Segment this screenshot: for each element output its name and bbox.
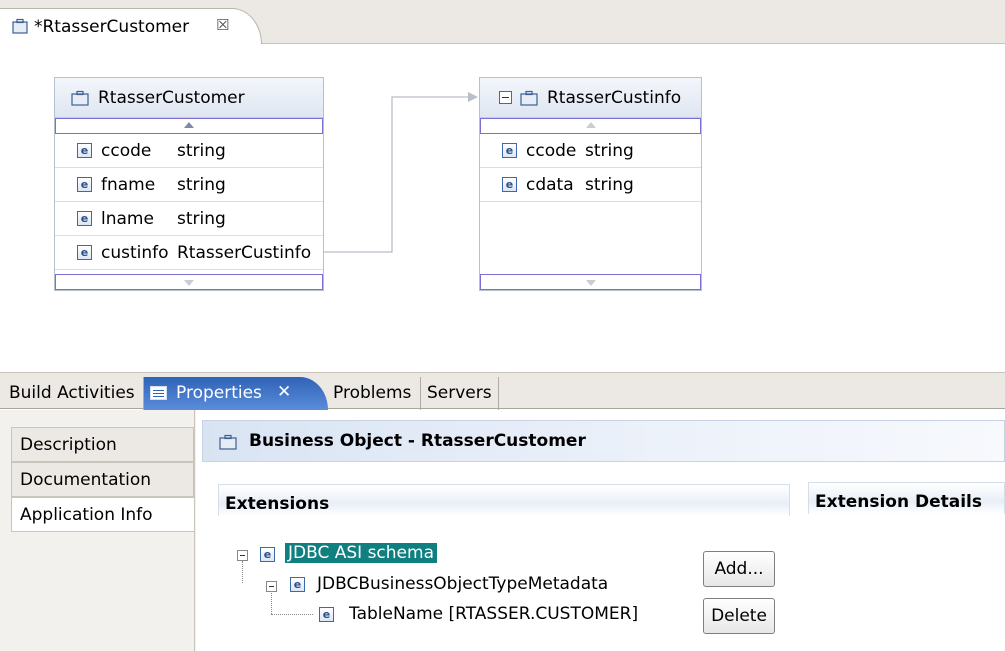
scroll-down-strip[interactable] [480, 274, 701, 290]
element-icon: e [502, 143, 517, 158]
attribute-type: string [177, 141, 226, 161]
page-title: Business Object - RtasserCustomer [249, 431, 586, 451]
bo-box-title: RtasserCustinfo [547, 88, 682, 108]
element-icon: e [77, 143, 92, 158]
tab-problems[interactable]: Problems [328, 377, 421, 410]
attribute-row[interactable]: e ccode string [55, 134, 323, 168]
sidebar-item-label: Documentation [20, 470, 152, 490]
scroll-up-icon [585, 122, 596, 128]
bo-box-rtassercustinfo[interactable]: RtasserCustinfo e ccode string e cdata s… [479, 77, 702, 291]
scroll-up-strip[interactable] [480, 118, 701, 134]
attribute-row[interactable]: e cdata string [480, 168, 701, 202]
tab-label: Build Activities [9, 383, 135, 403]
properties-header: Business Object - RtasserCustomer [202, 420, 1005, 462]
bo-box-header: RtasserCustinfo [480, 78, 701, 118]
sidebar-item-label: Application Info [20, 505, 153, 525]
sidebar-divider [194, 410, 195, 651]
extension-details-section-header: Extension Details [808, 482, 1005, 514]
tree-connector [271, 593, 272, 614]
attribute-name: custinfo [101, 243, 169, 263]
business-object-icon [219, 434, 237, 450]
element-icon: e [77, 245, 92, 260]
attribute-name: cdata [526, 175, 574, 195]
collapse-icon[interactable] [499, 91, 512, 104]
sidebar-item-description[interactable]: Description [11, 427, 194, 462]
attribute-type: string [177, 175, 226, 195]
tab-build-activities[interactable]: Build Activities [0, 377, 144, 410]
attribute-type: string [177, 209, 226, 229]
tree-item-table-name[interactable]: TableName [RTASSER.CUSTOMER] [349, 604, 638, 624]
properties-main: Business Object - RtasserCustomer Extens… [196, 410, 1005, 651]
scroll-up-icon [184, 122, 194, 128]
business-object-icon [520, 90, 538, 106]
attribute-type: string [585, 175, 634, 195]
tree-item-jdbc-asi-schema[interactable]: JDBC ASI schema [285, 543, 437, 563]
tree-collapse-icon[interactable] [266, 581, 277, 592]
attribute-row[interactable]: e fname string [55, 168, 323, 202]
tree-connector [242, 561, 243, 583]
bo-box-title: RtasserCustomer [98, 88, 245, 108]
tab-label: Servers [427, 383, 492, 403]
attribute-name: ccode [101, 141, 152, 161]
delete-button[interactable]: Delete [703, 598, 775, 634]
tab-servers[interactable]: Servers [421, 377, 499, 410]
attribute-name: lname [101, 209, 154, 229]
scroll-down-strip[interactable] [55, 274, 323, 290]
element-icon: e [319, 607, 334, 622]
add-button[interactable]: Add... [703, 551, 775, 587]
attribute-name: fname [101, 175, 156, 195]
tree-connector [271, 614, 313, 615]
scroll-down-icon [585, 280, 596, 286]
scroll-up-strip[interactable] [55, 118, 323, 134]
element-icon: e [77, 211, 92, 226]
attribute-type: string [585, 141, 634, 161]
section-title: Extension Details [815, 492, 982, 512]
business-object-icon [71, 90, 89, 106]
sidebar-item-documentation[interactable]: Documentation [11, 462, 194, 497]
tab-label: Problems [333, 383, 412, 403]
element-icon: e [290, 577, 305, 592]
attribute-row[interactable]: e lname string [55, 202, 323, 236]
bo-box-rtassercustomer[interactable]: RtasserCustomer e ccode string e fname s… [54, 77, 324, 291]
element-icon: e [77, 177, 92, 192]
tab-label: Properties [176, 383, 262, 403]
attribute-type: RtasserCustinfo [177, 243, 312, 263]
views-tab-bar: Build Activities Properties ✕ Problems S… [0, 372, 1005, 410]
extensions-section-header: Extensions [218, 484, 790, 516]
scroll-down-icon [184, 280, 194, 286]
properties-sidebar: Description Documentation Application In… [0, 410, 196, 651]
attribute-name: ccode [526, 141, 577, 161]
tab-properties[interactable]: Properties ✕ [144, 377, 328, 410]
sidebar-item-label: Description [20, 435, 117, 455]
tree-item-jdbc-bo-type-metadata[interactable]: JDBCBusinessObjectTypeMetadata [317, 574, 608, 594]
properties-icon [150, 386, 167, 400]
tree-collapse-icon[interactable] [237, 550, 248, 561]
attribute-row[interactable]: e ccode string [480, 134, 701, 168]
element-icon: e [260, 547, 275, 562]
sidebar-item-application-info[interactable]: Application Info [11, 497, 194, 532]
close-icon[interactable]: ✕ [277, 382, 291, 402]
bo-box-header: RtasserCustomer [55, 78, 323, 118]
element-icon: e [502, 177, 517, 192]
attribute-row[interactable]: e custinfo RtasserCustinfo [55, 236, 323, 270]
section-title: Extensions [225, 494, 330, 514]
